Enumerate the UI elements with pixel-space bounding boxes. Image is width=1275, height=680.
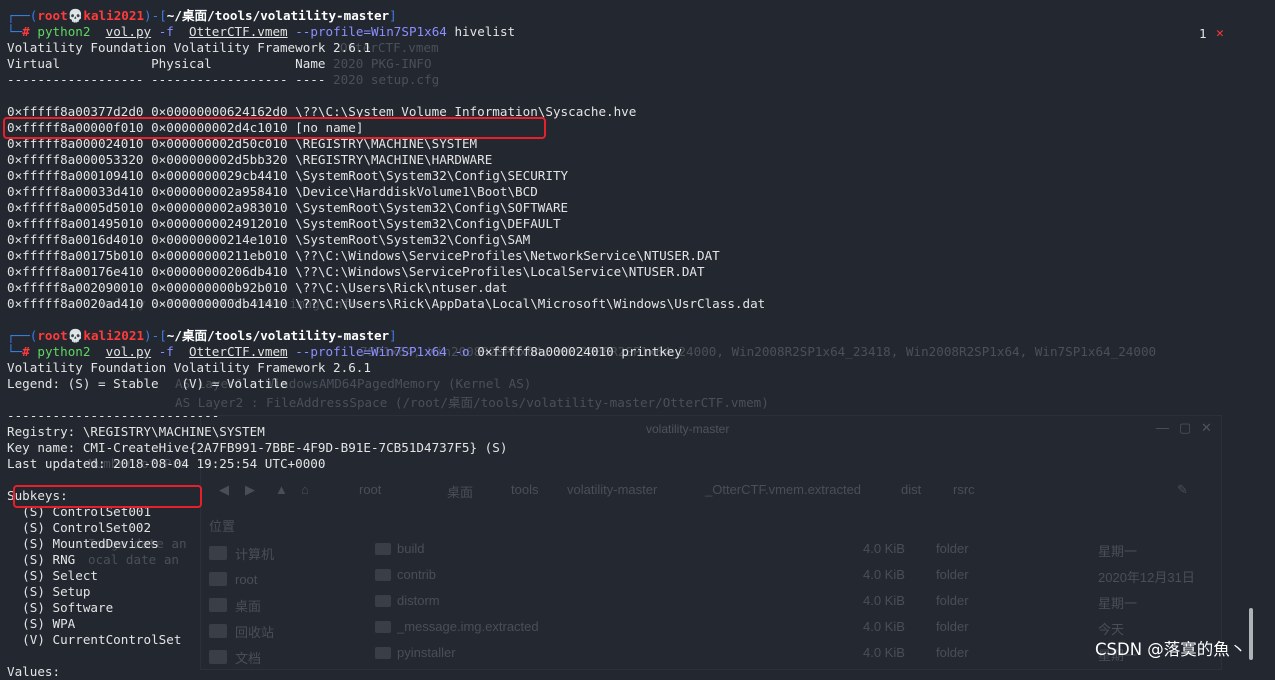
command-line[interactable]: └─# python2 vol.py -f OtterCTF.vmem --pr… [7,24,1275,40]
last-updated-line: Last updated: 2018-08-04 19:25:54 UTC+00… [7,456,326,471]
prompt-line: ┌──(root💀kali2021)-[~/桌面/tools/volatilit… [7,8,397,23]
close-icon[interactable]: ✕ [1216,26,1224,41]
table-header: Virtual Physical Name [7,56,326,71]
skull-icon: 💀 [67,328,84,343]
scrollbar-thumb[interactable] [1249,608,1253,660]
subkey-item: (S) WPA [22,616,76,631]
table-row: 0×fffff8a000109410 0×0000000029cb4410 \S… [7,168,569,183]
key-name-line: Key name: CMI-CreateHive{2A7FB991-7BBE-4… [7,440,508,455]
banner-text: Volatility Foundation Volatility Framewo… [7,360,371,375]
table-row: 0×fffff8a001495010 0×0000000024912010 \S… [7,216,561,231]
table-row: 0×fffff8a002090010 0×000000000b92b010 \?… [7,280,508,295]
values-label: Values: [7,664,61,679]
tab-count: 1 [1199,26,1207,41]
skull-icon: 💀 [67,8,84,23]
working-directory: ~/桌面/tools/volatility-master [166,328,390,343]
prompt-line: ┌──(root💀kali2021)-[~/桌面/tools/volatilit… [7,328,397,343]
subkey-item: (S) Software [22,600,114,615]
command-line[interactable]: └─# python2 vol.py -f OtterCTF.vmem --pr… [7,344,1275,360]
table-row: 0×fffff8a0016d4010 0×00000000214e1010 \S… [7,232,531,247]
subkey-item: (S) MountedDevices [22,536,159,551]
subkey-item: (S) RNG [22,552,76,567]
section-divider: ---------------------------- [7,408,220,423]
highlight-box-system-hive [3,117,546,139]
registry-line: Registry: \REGISTRY\MACHINE\SYSTEM [7,424,265,439]
highlight-box-controlset001 [13,485,202,508]
table-row: 0×fffff8a00033d410 0×000000002a958410 \D… [7,184,538,199]
terminal-output[interactable]: ┌──(root💀kali2021)-[~/桌面/tools/volatilit… [7,8,1275,680]
watermark: CSDN @落寞的魚丶 [1095,640,1247,659]
legend-text: Legend: (S) = Stable (V) = Volatile [7,376,288,391]
table-row: 0×fffff8a0020ad410 0×000000000db41410 \?… [7,296,766,311]
subkey-item: (S) ControlSet002 [22,520,152,535]
table-row: 0×fffff8a00176e410 0×00000000206db410 \?… [7,264,705,279]
subkey-item: (V) CurrentControlSet [22,632,182,647]
table-row: 0×fffff8a00175b010 0×00000000211eb010 \?… [7,248,720,263]
subkey-item: (S) Select [22,568,98,583]
table-row: 0×fffff8a000053320 0×000000002d5bb320 \R… [7,152,493,167]
table-row: 0×fffff8a0005d5010 0×000000002a983010 \S… [7,200,569,215]
subkey-item: (S) Setup [22,584,91,599]
table-divider: ------------------ ------------------ --… [7,72,326,87]
working-directory: ~/桌面/tools/volatility-master [166,8,390,23]
banner-text: Volatility Foundation Volatility Framewo… [7,40,371,55]
